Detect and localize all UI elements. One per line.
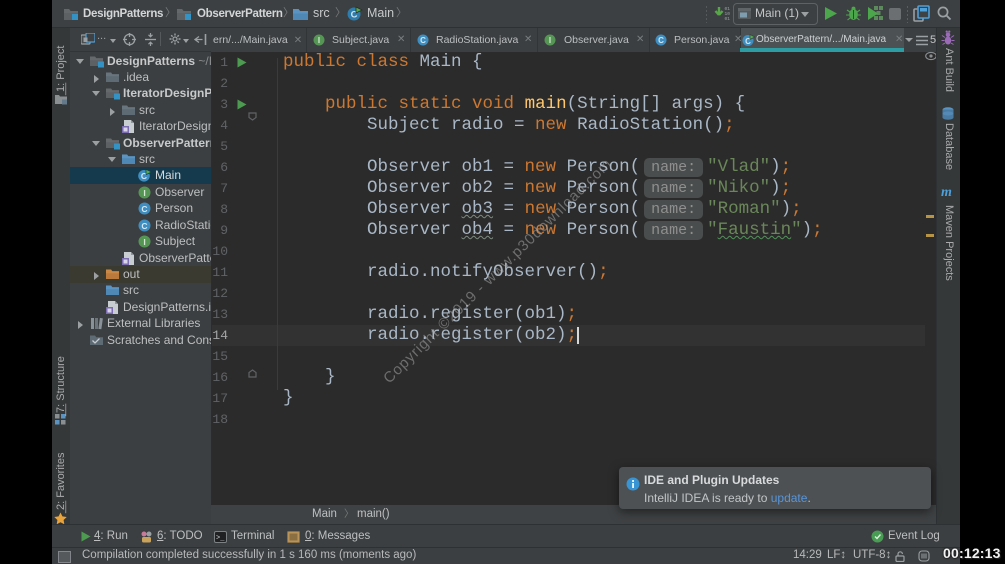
svg-text:I: I — [318, 36, 320, 45]
svg-text:C: C — [141, 221, 147, 231]
svg-text:C: C — [141, 204, 147, 214]
svg-text:I: I — [143, 237, 145, 247]
svg-text:>_: >_ — [216, 535, 225, 543]
svg-text:I: I — [143, 188, 145, 198]
svg-text:C: C — [420, 36, 426, 45]
svg-text:01: 01 — [725, 16, 731, 22]
svg-text:I: I — [549, 36, 551, 45]
svg-text:C: C — [658, 36, 664, 45]
